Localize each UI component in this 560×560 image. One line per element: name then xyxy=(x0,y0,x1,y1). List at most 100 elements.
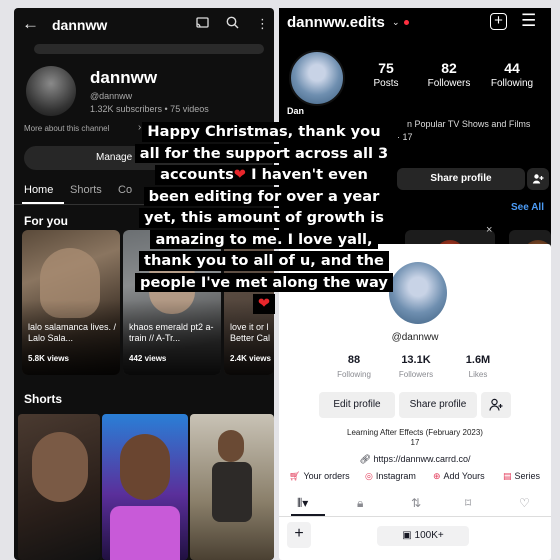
heart-icon: ❤ xyxy=(257,295,271,312)
likes-count: 1.6M xyxy=(465,354,491,366)
caption-text: I haven't even xyxy=(246,166,368,183)
shortcut-label: Your orders xyxy=(303,471,350,481)
caption-line: been editing for over a year xyxy=(143,186,385,206)
caption-line: people I've met along the way xyxy=(135,272,393,292)
short-card[interactable] xyxy=(102,414,188,560)
channel-banner xyxy=(34,44,264,54)
posts-count: 75 xyxy=(378,60,394,76)
edit-profile-button[interactable]: Edit profile xyxy=(319,392,395,418)
tab-home[interactable]: Home xyxy=(24,184,53,196)
add-yours-shortcut[interactable]: ⊕ Add Yours xyxy=(433,471,485,482)
followers-stat[interactable]: 13.1K Followers xyxy=(381,354,451,379)
following-stat[interactable]: 88 Following xyxy=(319,354,389,379)
display-name: Dan xyxy=(287,106,305,116)
add-video-button[interactable]: + xyxy=(287,522,311,548)
instagram-shortcut[interactable]: ◎ Instagram xyxy=(365,471,416,482)
likes-stat[interactable]: 1.6M Likes xyxy=(443,354,513,379)
series-icon: ▤ xyxy=(503,471,512,481)
cast-icon[interactable] xyxy=(196,16,209,31)
channel-name: dannww xyxy=(90,68,158,87)
tiktok-bio: Learning After Effects (February 2023) 1… xyxy=(279,428,551,448)
lock-icon[interactable]: 🔒︎ xyxy=(357,496,363,511)
channel-handle: @dannww xyxy=(90,91,133,101)
add-yours-icon: ⊕ xyxy=(433,471,441,481)
active-tab-indicator xyxy=(291,514,325,516)
followers-count: 82 xyxy=(441,60,457,76)
caption-line: ❤ xyxy=(252,294,276,314)
bio-text: n Popular TV Shows and Films xyxy=(407,119,531,129)
tiktok-handle: @dannww xyxy=(391,332,439,343)
add-person-icon[interactable] xyxy=(527,168,549,190)
about-channel-link[interactable]: More about this channel xyxy=(24,124,109,133)
share-profile-button[interactable]: Share profile xyxy=(399,392,477,418)
hamburger-menu-icon[interactable]: ☰ xyxy=(521,11,536,31)
caption-line: all for the support across all 3 xyxy=(134,143,394,163)
caption-line: accounts ❤ I haven't even xyxy=(155,165,373,185)
short-card[interactable] xyxy=(18,414,100,560)
shorts-heading: Shorts xyxy=(24,392,63,406)
shortcut-label: Series xyxy=(514,471,541,481)
followers-count: 13.1K xyxy=(401,354,431,366)
profile-link-text: https://dannww.carrd.co/ xyxy=(373,454,471,464)
shortcut-label: Add Yours xyxy=(443,471,485,481)
followers-stat[interactable]: 82 Followers xyxy=(414,60,484,89)
tab-shorts[interactable]: Shorts xyxy=(70,184,102,196)
caption-text: accounts xyxy=(160,166,234,183)
arrow-left-icon[interactable]: ← xyxy=(22,14,39,34)
video-title: love it or l Better Cal xyxy=(230,322,271,343)
grid-icon[interactable]: ⦀▾ xyxy=(297,496,308,511)
cart-icon: 🛒︎ xyxy=(289,471,301,481)
tiktok-content-tabs: ⦀▾ 🔒︎ ⇅ ⌑ ♡ xyxy=(279,489,551,517)
following-count: 88 xyxy=(347,354,361,366)
chevron-down-icon[interactable]: ⌄ xyxy=(392,17,400,28)
video-views: 2.4K views xyxy=(230,354,271,363)
create-plus-icon[interactable]: + xyxy=(490,13,507,30)
posts-stat[interactable]: 75 Posts xyxy=(351,60,421,89)
instagram-icon: ◎ xyxy=(365,471,373,481)
followers-label: Followers xyxy=(398,370,434,379)
video-card[interactable]: lalo salamanca lives. / Lalo Sala... 5.8… xyxy=(22,230,120,375)
instagram-avatar[interactable] xyxy=(289,50,345,106)
bio-line: 17 xyxy=(410,438,420,447)
short-card[interactable] xyxy=(190,414,274,560)
bookmark-icon[interactable]: ⌑ xyxy=(465,496,471,510)
caption-line: yet, this amount of growth is xyxy=(139,208,389,228)
caption-line: amazing to me. I love yall, xyxy=(150,229,378,249)
link-icon: 🔗︎ xyxy=(359,454,374,464)
christmas-caption: Happy Christmas, thank you all for the s… xyxy=(128,122,400,316)
video-title: khaos emerald pt2 a-train // A-Tr... xyxy=(129,322,214,343)
series-shortcut[interactable]: ▤ Series xyxy=(503,471,540,482)
likes-label: Likes xyxy=(468,370,488,379)
video-views: 5.8K views xyxy=(28,354,69,363)
see-all-link[interactable]: See All xyxy=(511,202,544,213)
caption-line: Happy Christmas, thank you xyxy=(142,122,386,142)
following-count: 44 xyxy=(504,60,520,76)
video-views: 442 views xyxy=(129,354,167,363)
bio-line: Learning After Effects (February 2023) xyxy=(347,428,483,437)
posts-label: Posts xyxy=(373,78,399,89)
repost-icon[interactable]: ⇅ xyxy=(411,496,421,510)
your-orders-shortcut[interactable]: 🛒︎ Your orders xyxy=(289,471,350,482)
heart-icon: ❤ xyxy=(233,166,246,183)
more-vertical-icon[interactable]: ⋮ xyxy=(256,16,269,32)
for-you-heading: For you xyxy=(24,214,68,228)
youtube-header: ← dannww ⋮ xyxy=(14,8,274,42)
channel-avatar[interactable] xyxy=(26,66,76,116)
notification-dot xyxy=(404,20,409,25)
profile-link[interactable]: 🔗︎ https://dannww.carrd.co/ xyxy=(279,454,551,465)
heart-outline-icon[interactable]: ♡ xyxy=(519,496,530,510)
following-label: Following xyxy=(337,370,371,379)
close-icon[interactable]: × xyxy=(486,224,492,236)
caption-line: thank you to all of u, and the xyxy=(139,251,389,271)
share-profile-button[interactable]: Share profile xyxy=(397,168,525,190)
following-stat[interactable]: 44 Following xyxy=(477,60,547,89)
header-channel-name: dannww xyxy=(52,17,108,33)
channel-stats: 1.32K subscribers • 75 videos xyxy=(90,104,209,114)
add-friend-icon[interactable] xyxy=(481,392,511,418)
instagram-username[interactable]: dannww.edits xyxy=(287,14,385,31)
views-badge[interactable]: ▣ 100K+ xyxy=(377,526,469,546)
followers-label: Followers xyxy=(427,78,471,89)
search-icon[interactable] xyxy=(226,16,239,32)
shortcut-label: Instagram xyxy=(375,471,416,481)
following-label: Following xyxy=(490,78,534,89)
